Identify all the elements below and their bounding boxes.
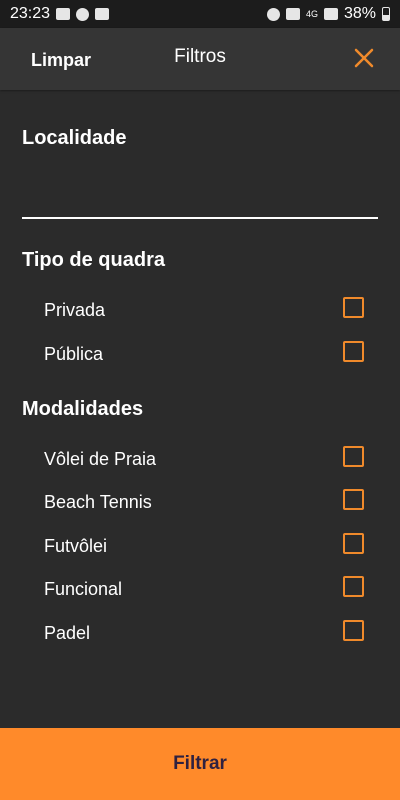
location-input-underline — [22, 217, 378, 219]
filter-button-label: Filtrar — [173, 753, 227, 774]
court-type-section-title: Tipo de quadra — [22, 249, 165, 271]
option-publica[interactable]: Pública — [44, 339, 364, 371]
option-beach-tennis[interactable]: Beach Tennis — [44, 487, 364, 519]
checkbox-publica[interactable] — [343, 341, 364, 362]
option-label: Vôlei de Praia — [44, 449, 157, 469]
option-label: Futvôlei — [44, 536, 108, 556]
location-section-title: Localidade — [22, 127, 127, 149]
status-time: 23:23 — [10, 5, 51, 22]
status-bar: 23:23 4G 38% — [0, 0, 400, 28]
alarm-icon — [266, 7, 280, 21]
battery-percentage: 38% — [343, 5, 376, 22]
option-funcional[interactable]: Funcional — [44, 574, 364, 606]
checkbox-volei-de-praia[interactable] — [343, 446, 364, 467]
option-label: Padel — [44, 623, 91, 643]
option-futvolei[interactable]: Futvôlei — [44, 531, 364, 563]
option-privada[interactable]: Privada — [44, 295, 364, 327]
app-notification-icon — [95, 8, 110, 20]
option-label: Beach Tennis — [44, 492, 152, 512]
option-label: Pública — [44, 344, 104, 364]
checkbox-privada[interactable] — [343, 297, 364, 318]
location-input[interactable] — [22, 170, 378, 216]
modalities-section-title: Modalidades — [22, 398, 144, 420]
checkbox-padel[interactable] — [343, 620, 364, 641]
app-header: Limpar Filtros — [0, 28, 400, 90]
option-volei-de-praia[interactable]: Vôlei de Praia — [44, 444, 364, 476]
wifi-icon — [285, 8, 300, 20]
option-label: Funcional — [44, 579, 123, 599]
whatsapp-icon — [76, 7, 90, 21]
image-icon — [56, 8, 71, 20]
page-title: Filtros — [174, 46, 226, 67]
option-label: Privada — [44, 300, 106, 320]
battery-icon — [382, 7, 390, 21]
filter-button[interactable]: Filtrar — [0, 728, 400, 800]
signal-icon — [323, 8, 338, 20]
checkbox-funcional[interactable] — [343, 576, 364, 597]
option-padel[interactable]: Padel — [44, 618, 364, 650]
network-type: 4G — [305, 9, 318, 19]
close-icon[interactable] — [350, 44, 378, 72]
checkbox-futvolei[interactable] — [343, 533, 364, 554]
checkbox-beach-tennis[interactable] — [343, 489, 364, 510]
